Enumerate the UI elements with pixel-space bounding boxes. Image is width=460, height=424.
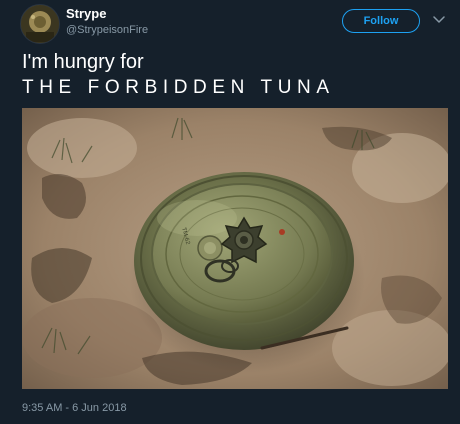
chevron-down-icon[interactable] [432, 13, 446, 27]
tweet-text-line-1: I'm hungry for [22, 51, 144, 73]
landmine-photo: TM-62 [22, 108, 448, 389]
avatar-image [21, 5, 59, 43]
follow-button[interactable]: Follow [342, 9, 420, 33]
author-display-name[interactable]: Strype [66, 6, 106, 21]
tweet-media-image[interactable]: TM-62 [22, 108, 448, 389]
tweet-timestamp[interactable]: 9:35 AM - 6 Jun 2018 [22, 402, 127, 414]
author-handle[interactable]: @StrypeisonFire [66, 24, 148, 36]
author-avatar[interactable] [20, 4, 60, 44]
tweet-text-line-2: THE FORBIDDEN TUNA [22, 77, 335, 98]
